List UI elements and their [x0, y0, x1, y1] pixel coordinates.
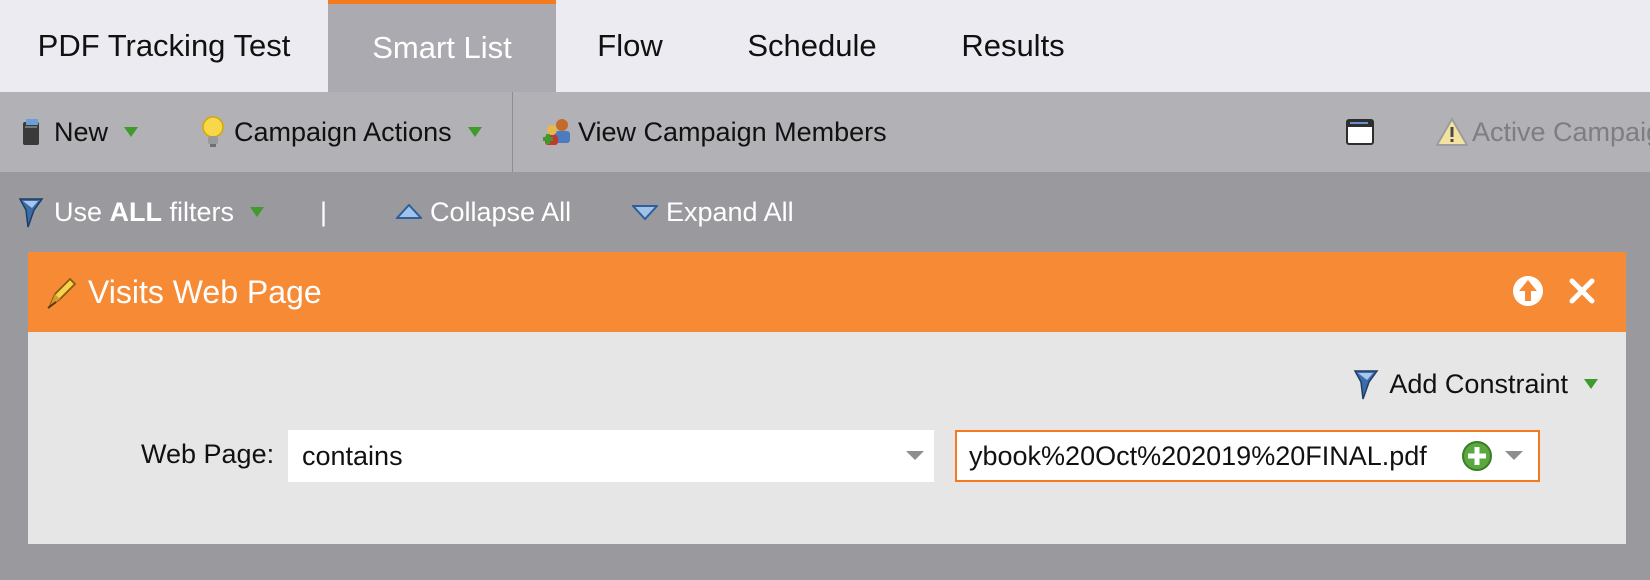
chevron-down-icon	[467, 127, 482, 137]
add-constraint-button[interactable]: Add Constraint	[1353, 362, 1598, 406]
tab-bar: PDF Tracking Test Smart List Flow Schedu…	[0, 0, 1650, 92]
web-page-value-input[interactable]: ybook%20Oct%202019%20FINAL.pdf	[955, 430, 1540, 482]
toolbar: New Campaign Actions View Campaign Membe…	[0, 92, 1650, 172]
add-value-icon[interactable]	[1461, 440, 1493, 472]
operator-select[interactable]: contains	[288, 430, 934, 482]
move-up-button[interactable]	[1510, 273, 1546, 309]
campaign-actions-button[interactable]: Campaign Actions	[200, 92, 482, 172]
tab-smart-list[interactable]: Smart List	[328, 0, 556, 92]
operator-value: contains	[302, 440, 403, 471]
window-icon	[1346, 119, 1374, 145]
toolbar-divider	[512, 92, 513, 172]
collapse-arrow-icon	[396, 204, 422, 220]
new-label: New	[54, 116, 109, 147]
filter-logic-bold: ALL	[109, 196, 163, 227]
members-icon	[542, 116, 574, 148]
new-icon	[20, 117, 44, 147]
web-page-value-text: ybook%20Oct%202019%20FINAL.pdf	[969, 440, 1427, 471]
web-page-field-label: Web Page:	[141, 438, 275, 469]
filter-logic-prefix: Use	[54, 196, 110, 227]
view-campaign-members-button[interactable]: View Campaign Members	[542, 92, 887, 172]
campaign-status: Active Campaig	[1436, 92, 1650, 172]
campaign-status-label: Active Campaig	[1472, 116, 1650, 147]
chevron-down-icon	[1584, 379, 1598, 389]
close-icon	[1569, 278, 1595, 304]
new-menu-button[interactable]: New	[20, 92, 139, 172]
expand-all-label: Expand All	[666, 196, 794, 227]
filter-card-header: Visits Web Page	[28, 252, 1626, 332]
tab-results[interactable]: Results	[920, 0, 1106, 92]
window-icon-button[interactable]	[1346, 92, 1374, 172]
collapse-all-button[interactable]: Collapse All	[396, 172, 571, 252]
collapse-all-label: Collapse All	[430, 196, 572, 227]
chevron-down-icon[interactable]	[1505, 451, 1523, 460]
filterbar-separator: |	[320, 196, 328, 227]
expand-arrow-icon	[632, 204, 658, 220]
arrow-up-icon	[1513, 276, 1543, 306]
tab-campaign-name[interactable]: PDF Tracking Test	[0, 0, 328, 92]
chevron-down-icon	[250, 207, 265, 217]
add-constraint-label: Add Constraint	[1389, 368, 1568, 399]
campaign-actions-label: Campaign Actions	[234, 116, 452, 147]
tab-flow[interactable]: Flow	[556, 0, 704, 92]
funnel-icon	[18, 196, 48, 228]
filter-card: Visits Web Page Add Constraint Web Page:…	[28, 252, 1626, 544]
chevron-down-icon	[124, 127, 139, 137]
remove-filter-button[interactable]	[1564, 273, 1600, 309]
filter-logic-menu[interactable]: Use ALL filters	[18, 172, 265, 252]
view-campaign-members-label: View Campaign Members	[578, 116, 887, 147]
filter-title: Visits Web Page	[88, 273, 322, 310]
chevron-down-icon	[906, 451, 924, 460]
filter-logic-suffix: filters	[162, 196, 235, 227]
filter-logic-bar: Use ALL filters | Collapse All Expand Al…	[0, 172, 1650, 252]
filter-drag-icon[interactable]	[46, 276, 78, 310]
tab-schedule[interactable]: Schedule	[704, 0, 920, 92]
funnel-icon	[1353, 368, 1383, 400]
warning-icon	[1436, 117, 1468, 147]
lightbulb-icon	[200, 115, 226, 149]
expand-all-button[interactable]: Expand All	[632, 172, 794, 252]
